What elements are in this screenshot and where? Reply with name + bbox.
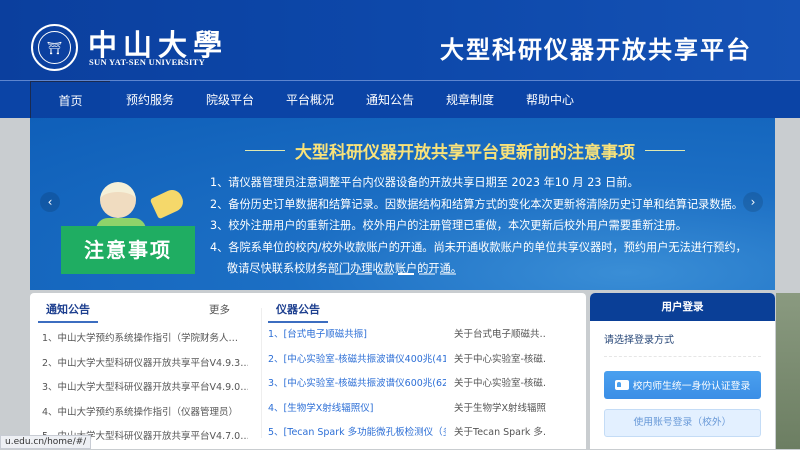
status-bar-url: u.edu.cn/home/#/	[0, 435, 92, 449]
banner-line: 敬请尽快联系校财务部门办理收款账户的开通。	[227, 262, 462, 275]
banner-title: 大型科研仪器开放共享平台更新前的注意事项	[245, 138, 685, 163]
instrument-item-desc[interactable]: 关于Tecan Spark 多…	[454, 421, 546, 446]
banner-content: 1、请仪器管理员注意调整平台内仪器设备的开放共享日期至 2023 年10 月 2…	[210, 172, 747, 280]
divider	[261, 308, 262, 438]
instrument-item-link[interactable]: 3、[中心实验室-核磁共振波谱仪600兆(621)]	[268, 372, 446, 397]
banner-line: 3、校外注册用户的重新注册。校外用户的注册管理已重做，本次更新后校外用户需要重新…	[210, 219, 687, 232]
banner-line: 4、各院系单位的校内/校外收款账户的开通。尚未开通收款账户的单位共享仪器时，预约…	[210, 240, 747, 254]
carousel-indicators	[335, 273, 456, 275]
carousel-dot[interactable]	[377, 273, 393, 275]
nav-help[interactable]: 帮助中心	[510, 81, 590, 118]
instrument-item-desc[interactable]: 关于台式电子顺磁共…	[454, 323, 546, 348]
sso-login-label: 校内师生统一身份认证登录	[632, 381, 751, 392]
instrument-item-desc[interactable]: 关于中心实验室-核磁…	[454, 348, 546, 373]
instrument-item-desc[interactable]: 关于生物学X射线辐照…	[454, 397, 546, 422]
background-photo	[776, 293, 800, 449]
carousel-dot[interactable]	[356, 273, 372, 275]
nav-regulations[interactable]: 规章制度	[430, 81, 510, 118]
instrument-column: 仪器公告 1、[台式电子顺磁共振] 2、[中心实验室-核磁共振波谱仪400兆(4…	[268, 293, 578, 446]
nav-booking[interactable]: 预约服务	[110, 81, 190, 118]
notice-item[interactable]: 4、中山大学预约系统操作指引（仪器管理员）	[42, 401, 248, 426]
banner-carousel[interactable]: 注意事项 大型科研仪器开放共享平台更新前的注意事项 1、请仪器管理员注意调整平台…	[30, 118, 775, 290]
more-link[interactable]: 更多	[209, 302, 230, 317]
login-title: 用户登录	[590, 293, 775, 321]
notice-item[interactable]: 1、中山大学预约系统操作指引（学院财务人…	[42, 327, 248, 352]
logo-english-name: SUN YAT-SEN UNIVERSITY	[89, 57, 206, 67]
carousel-prev-icon[interactable]: ‹	[40, 192, 60, 212]
banner-line: 1、请仪器管理员注意调整平台内仪器设备的开放共享日期至 2023 年10 月 2…	[210, 176, 639, 189]
mascot-illustration	[60, 148, 187, 268]
announcements-panel: 通知公告 更多 1、中山大学预约系统操作指引（学院财务人… 2、中山大学大型科研…	[30, 293, 586, 449]
notice-item[interactable]: 3、中山大学大型科研仪器开放共享平台V4.9.0…	[42, 376, 248, 401]
notice-column: 通知公告 更多 1、中山大学预约系统操作指引（学院财务人… 2、中山大学大型科研…	[38, 293, 248, 450]
instrument-item-link[interactable]: 1、[台式电子顺磁共振]	[268, 323, 446, 348]
nav-college-platform[interactable]: 院级平台	[190, 81, 270, 118]
instrument-item-link[interactable]: 5、[Tecan Spark 多功能微孔板检测仪（多功…	[268, 421, 446, 446]
tab-instruments[interactable]: 仪器公告	[268, 301, 328, 323]
main-nav: 首页 预约服务 院级平台 平台概况 通知公告 规章制度 帮助中心	[0, 80, 800, 118]
carousel-dot-active[interactable]	[398, 273, 414, 275]
banner-title-text: 大型科研仪器开放共享平台更新前的注意事项	[295, 143, 635, 163]
nav-overview[interactable]: 平台概况	[270, 81, 350, 118]
nav-home[interactable]: 首页	[30, 81, 110, 118]
id-card-icon	[614, 380, 629, 390]
login-panel: 用户登录 请选择登录方式 校内师生统一身份认证登录 使用账号登录（校外）	[590, 293, 775, 449]
carousel-next-icon[interactable]: ›	[743, 192, 763, 212]
megaphone-icon	[149, 186, 187, 220]
site-title: 大型科研仪器开放共享平台	[440, 36, 752, 64]
login-hint: 请选择登录方式	[604, 331, 761, 357]
university-seal-logo[interactable]: ⛩	[31, 24, 78, 71]
notice-item[interactable]: 2、中山大学大型科研仪器开放共享平台V4.9.3…	[42, 352, 248, 377]
tab-notices[interactable]: 通知公告	[38, 301, 98, 323]
instrument-item-desc[interactable]: 关于中心实验室-核磁…	[454, 372, 546, 397]
site-header: ⛩ 中山大學 SUN YAT-SEN UNIVERSITY 大型科研仪器开放共享…	[0, 0, 800, 80]
notice-sign: 注意事项	[61, 226, 195, 274]
carousel-dot[interactable]	[419, 273, 435, 275]
carousel-dot[interactable]	[440, 273, 456, 275]
carousel-dot[interactable]	[335, 273, 351, 275]
account-login-button[interactable]: 使用账号登录（校外）	[604, 409, 761, 437]
instrument-item-link[interactable]: 2、[中心实验室-核磁共振波谱仪400兆(417)]	[268, 348, 446, 373]
instrument-item-link[interactable]: 4、[生物学X射线辐照仪]	[268, 397, 446, 422]
banner-line: 2、备份历史订单数据和结算记录。因数据结构和结算方式的变化本次更新将清除历史订单…	[210, 197, 743, 211]
sso-login-button[interactable]: 校内师生统一身份认证登录	[604, 371, 761, 399]
nav-notices[interactable]: 通知公告	[350, 81, 430, 118]
